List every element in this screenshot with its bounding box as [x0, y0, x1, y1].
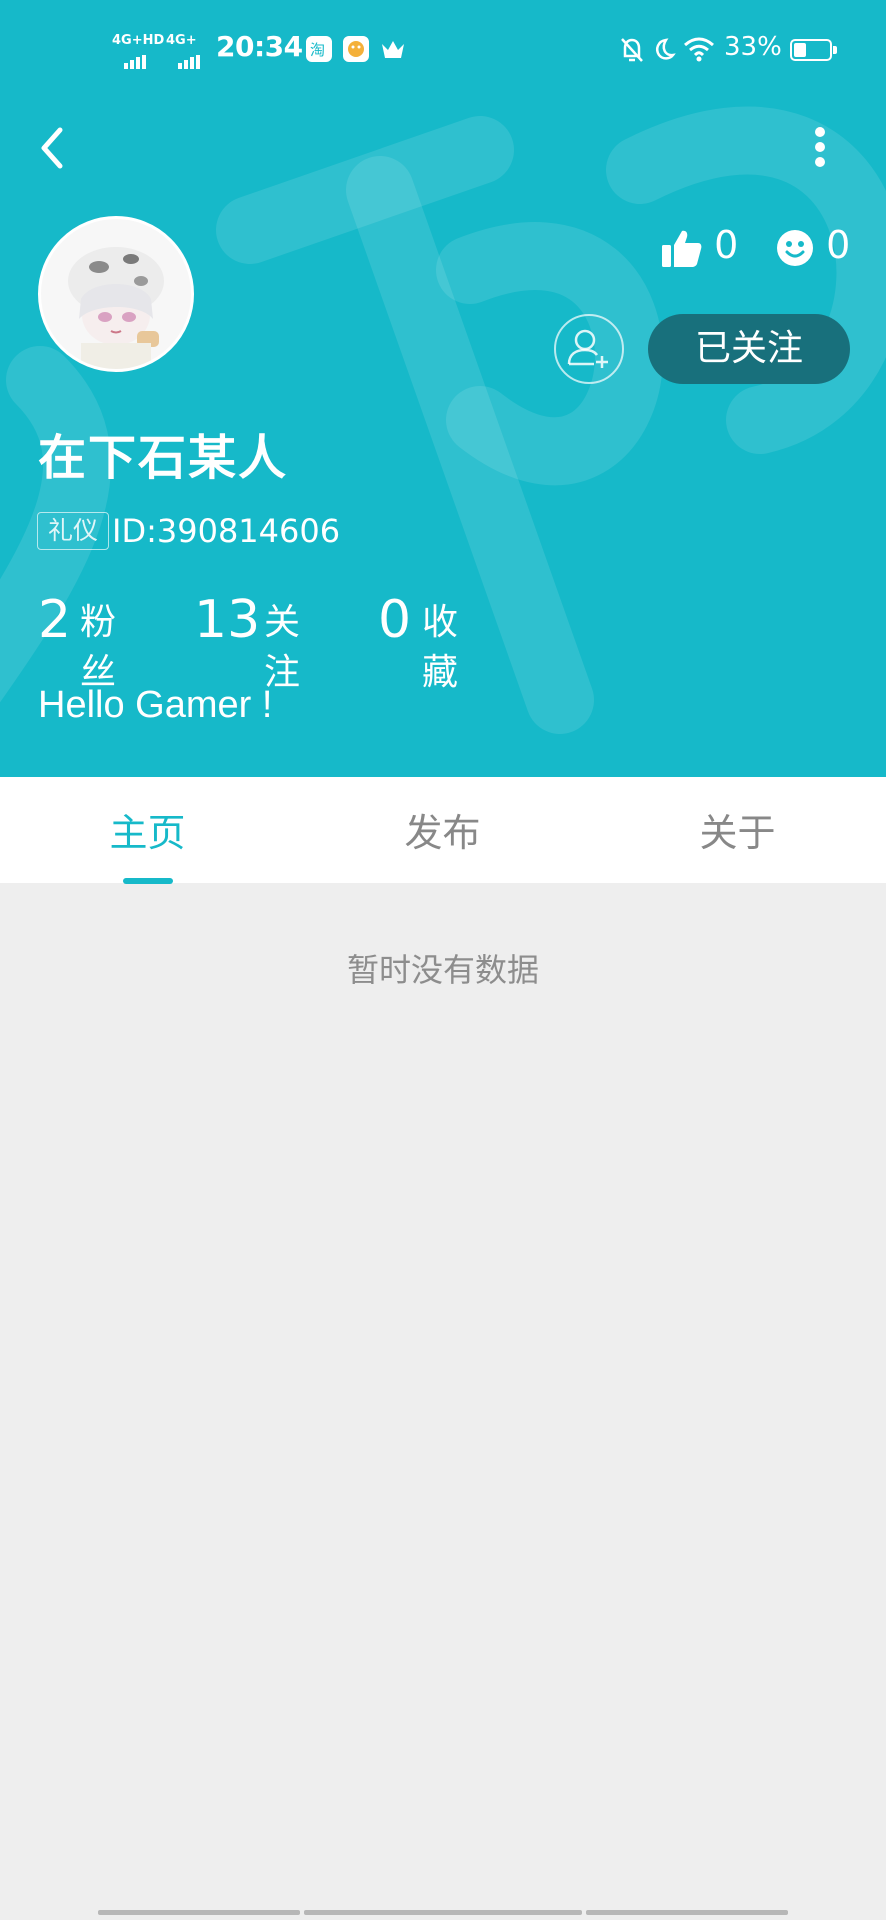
empty-state-message: 暂时没有数据 — [346, 951, 539, 989]
smiley-icon — [777, 229, 813, 266]
mute-bell-icon — [619, 36, 645, 68]
status-time: 20:34 — [216, 30, 303, 63]
thumbs-up-icon — [662, 230, 702, 267]
active-tab-indicator — [123, 878, 173, 884]
back-button[interactable] — [30, 120, 78, 178]
game-app-icon — [343, 36, 369, 62]
signal-label-1: 4G+HD — [112, 33, 165, 48]
user-bio: Hello Gamer ! — [38, 684, 273, 726]
avatar[interactable] — [38, 216, 194, 372]
taobao-icon: 淘 — [306, 36, 332, 62]
profile-tabs: 主页 发布 关于 — [0, 777, 886, 883]
emoji-stat[interactable]: 0 — [776, 218, 850, 272]
more-options-button[interactable] — [808, 120, 832, 174]
profile-header: 4G+HD 4G+ 20:34 淘 33% 0 0 已关注 在下石某人 礼仪 I… — [0, 0, 886, 777]
favorites-count-value: 0 — [378, 590, 412, 650]
tab-about[interactable]: 关于 — [590, 777, 885, 883]
signal-bars-2-icon — [178, 50, 202, 69]
status-bar: 4G+HD 4G+ 20:34 淘 33% — [0, 28, 886, 72]
chevron-left-icon — [41, 127, 63, 169]
add-user-icon — [567, 329, 608, 368]
add-friend-button[interactable] — [554, 314, 624, 384]
following-count-value: 13 — [194, 590, 261, 650]
tab-home[interactable]: 主页 — [0, 777, 295, 883]
likes-stat[interactable]: 0 — [660, 218, 738, 272]
moon-icon — [650, 36, 676, 68]
user-badge: 礼仪 — [37, 512, 109, 550]
more-vertical-icon — [815, 127, 825, 167]
wifi-icon — [682, 34, 716, 68]
nav-gesture-bar-center[interactable] — [304, 1910, 582, 1915]
following-button[interactable]: 已关注 — [648, 314, 850, 384]
user-id: ID:390814606 — [112, 512, 341, 550]
tab-posts[interactable]: 发布 — [295, 777, 590, 883]
battery-percent: 33% — [724, 32, 782, 62]
nav-gesture-bar-right[interactable] — [586, 1910, 788, 1915]
likes-count: 0 — [714, 223, 739, 267]
crown-icon — [380, 38, 406, 64]
signal-bars-1-icon — [124, 50, 148, 69]
fans-count-value: 2 — [38, 590, 72, 650]
battery-icon — [790, 39, 837, 61]
favorites-count-label: 收藏 — [422, 602, 459, 693]
signal-label-2: 4G+ — [166, 33, 197, 48]
nav-gesture-bar-left[interactable] — [98, 1910, 300, 1915]
svg-text:淘: 淘 — [310, 41, 325, 59]
username: 在下石某人 — [38, 430, 289, 486]
emoji-count: 0 — [826, 223, 851, 267]
